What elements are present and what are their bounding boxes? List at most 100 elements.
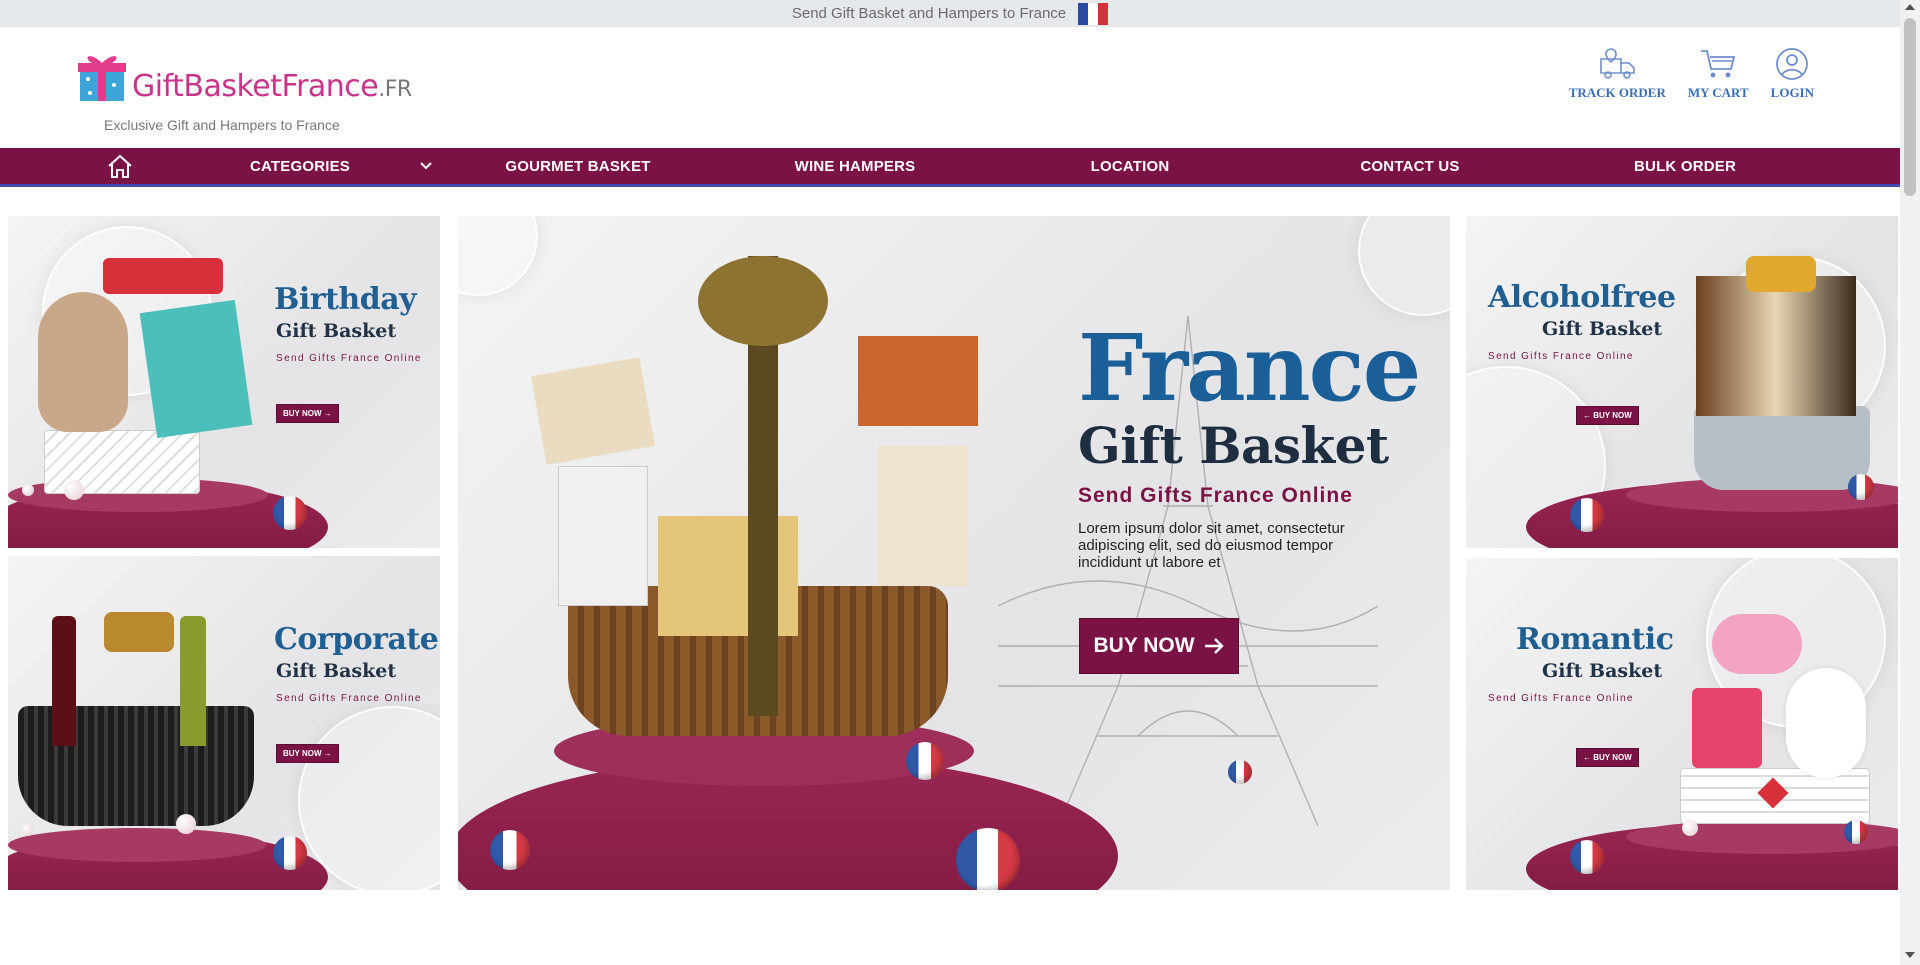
- flag-ball: [273, 836, 307, 870]
- logo-main-text: GiftBasketFrance: [132, 69, 379, 104]
- main-nav: CATEGORIES GOURMET BASKET WINE HAMPERS L…: [0, 148, 1900, 187]
- announcement-bar: Send Gift Basket and Hampers to France: [0, 0, 1900, 27]
- vertical-scrollbar[interactable]: [1900, 0, 1920, 965]
- hero-banner[interactable]: France Gift Basket Send Gifts France Onl…: [458, 216, 1450, 890]
- my-cart-link[interactable]: MY CART: [1688, 47, 1749, 101]
- teddy-bear-image: [1786, 668, 1866, 778]
- alcoholfree-buy-now-button[interactable]: ← BUY NOW: [1576, 406, 1639, 425]
- gift-basket-image: [1694, 406, 1870, 490]
- decor-circle: [1358, 216, 1450, 316]
- nav-gourmet-basket[interactable]: GOURMET BASKET: [492, 148, 664, 184]
- cart-icon: [1701, 50, 1736, 78]
- birthday-title: Birthday: [274, 282, 417, 317]
- track-order-link[interactable]: TRACK ORDER: [1569, 47, 1666, 101]
- flag-ball: [1228, 760, 1252, 784]
- truck-icon: [1600, 48, 1636, 79]
- hero-buy-now-button[interactable]: BUY NOW: [1079, 618, 1239, 674]
- login-label: LOGIN: [1770, 85, 1814, 100]
- nav-bulk-order[interactable]: BULK ORDER: [1610, 148, 1760, 184]
- birthday-tagline: Send Gifts France Online: [276, 353, 422, 364]
- birthday-banner[interactable]: Birthday Gift Basket Send Gifts France O…: [8, 216, 440, 548]
- nav-categories[interactable]: CATEGORIES: [240, 148, 360, 184]
- corporate-buy-now-label: BUY NOW: [283, 749, 322, 758]
- pearl: [1682, 820, 1698, 836]
- alcoholfree-banner[interactable]: Alcoholfree Gift Basket Send Gifts Franc…: [1466, 216, 1898, 548]
- hero-title: France: [1078, 314, 1421, 422]
- scrollbar-thumb[interactable]: [1904, 18, 1916, 196]
- flag-ball: [1844, 820, 1868, 844]
- corporate-title: Corporate: [274, 622, 439, 657]
- hero-subtitle: Gift Basket: [1078, 416, 1389, 475]
- flag-ball: [490, 830, 530, 870]
- corporate-banner[interactable]: Corporate Gift Basket Send Gifts France …: [8, 556, 440, 890]
- nav-wine-hampers[interactable]: WINE HAMPERS: [770, 148, 940, 184]
- products-image: [1696, 276, 1856, 416]
- flag-ball: [1570, 840, 1604, 874]
- alcoholfree-buy-now-label: BUY NOW: [1593, 411, 1632, 420]
- product-box-image: [858, 336, 978, 426]
- birthday-buy-now-button[interactable]: BUY NOW →: [276, 404, 339, 423]
- track-order-label: TRACK ORDER: [1568, 85, 1666, 100]
- chevron-down-icon[interactable]: [414, 148, 438, 184]
- bow-image: [698, 256, 828, 346]
- romantic-buy-now-label: BUY NOW: [1593, 753, 1632, 762]
- login-link[interactable]: LOGIN: [1771, 47, 1814, 101]
- logo-text: GiftBasketFrance.FR: [132, 69, 412, 104]
- corporate-subtitle: Gift Basket: [276, 660, 397, 682]
- product-box-image: [531, 357, 655, 465]
- flag-ball: [956, 828, 1020, 890]
- site-tagline: Exclusive Gift and Hampers to France: [104, 117, 340, 133]
- wine-bottle-image: [52, 616, 76, 746]
- site-header: GiftBasketFrance.FR Exclusive Gift and H…: [0, 27, 1900, 149]
- podium-top: [8, 828, 266, 862]
- romantic-title: Romantic: [1516, 622, 1674, 657]
- user-icon: [1776, 48, 1809, 80]
- bow-image: [1712, 614, 1802, 674]
- romantic-subtitle: Gift Basket: [1542, 660, 1663, 682]
- flag-ball: [906, 742, 944, 780]
- decor-circle: [458, 216, 538, 296]
- home-icon[interactable]: [100, 148, 140, 184]
- birthday-buy-now-label: BUY NOW: [283, 409, 322, 418]
- scroll-up-arrow-icon[interactable]: [1905, 4, 1915, 10]
- pearl: [22, 484, 34, 496]
- ribbon-image: [103, 258, 223, 294]
- flag-ball: [1848, 474, 1874, 500]
- hero-description: Lorem ipsum dolor sit amet, consectetur …: [1078, 520, 1345, 571]
- header-actions: TRACK ORDER MY CART LOGIN: [1569, 47, 1814, 101]
- my-cart-label: MY CART: [1687, 85, 1749, 100]
- nav-location[interactable]: LOCATION: [1060, 148, 1200, 184]
- birthday-subtitle: Gift Basket: [276, 320, 397, 342]
- birthday-card-image: [139, 299, 253, 439]
- alcoholfree-subtitle: Gift Basket: [1542, 318, 1663, 340]
- nav-contact-us[interactable]: CONTACT US: [1320, 148, 1500, 184]
- corporate-buy-now-button[interactable]: BUY NOW →: [276, 744, 339, 763]
- site-logo[interactable]: GiftBasketFrance.FR: [76, 49, 412, 104]
- scroll-down-arrow-icon[interactable]: [1905, 952, 1915, 958]
- alcoholfree-tagline: Send Gifts France Online: [1488, 351, 1634, 362]
- product-box-image: [878, 446, 968, 586]
- product-box-image: [558, 466, 648, 606]
- hero-buy-now-label: BUY NOW: [1093, 634, 1195, 657]
- flag-ball: [1570, 498, 1604, 532]
- alcoholfree-title: Alcoholfree: [1488, 280, 1676, 315]
- teddy-bear-image: [38, 292, 128, 432]
- pearl: [64, 480, 84, 500]
- arrow-right-icon: [1204, 638, 1224, 654]
- announcement-text: Send Gift Basket and Hampers to France: [791, 5, 1067, 22]
- gift-box-logo-icon: [76, 49, 128, 104]
- pearl: [176, 814, 196, 834]
- gift-box-image: [1692, 688, 1762, 768]
- romantic-buy-now-button[interactable]: ← BUY NOW: [1576, 748, 1639, 767]
- wine-bottle-image: [180, 616, 206, 746]
- france-flag-icon: [1078, 2, 1109, 25]
- hero-tagline: Send Gifts France Online: [1078, 484, 1353, 507]
- bow-image: [1746, 256, 1816, 292]
- corporate-tagline: Send Gifts France Online: [276, 693, 422, 704]
- romantic-banner[interactable]: Romantic Gift Basket Send Gifts France O…: [1466, 558, 1898, 890]
- romantic-tagline: Send Gifts France Online: [1488, 693, 1634, 704]
- flag-ball: [273, 496, 307, 530]
- logo-suffix-text: .FR: [378, 77, 412, 102]
- bow-image: [104, 612, 174, 652]
- pearl: [22, 824, 34, 836]
